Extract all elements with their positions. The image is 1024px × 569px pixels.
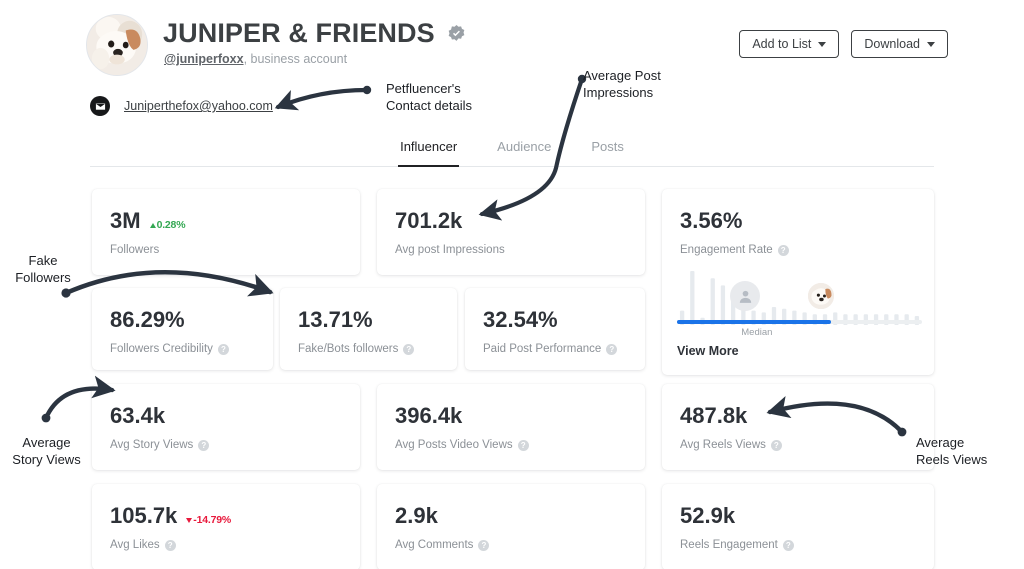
help-icon[interactable]: ?: [217, 344, 229, 355]
avatar: [86, 14, 148, 76]
tab-bar: Influencer Audience Posts: [90, 138, 934, 167]
caret-down-icon: [818, 41, 827, 47]
help-icon[interactable]: ?: [782, 540, 794, 551]
avg-story-views-value: 63.4k: [110, 403, 166, 428]
avg-likes-delta: -14.79%: [186, 507, 231, 533]
caret-down-icon: [927, 41, 935, 47]
engagement-rate-label: Engagement Rate ?: [680, 243, 789, 258]
card-followers[interactable]: 3M 0.28% Followers: [92, 189, 360, 275]
reels-engagement-label: Reels Engagement ?: [680, 538, 794, 553]
fake-bots-followers-value: 13.71%: [298, 307, 373, 332]
avg-reels-views-value: 487.8k: [680, 403, 748, 428]
annotation-average-story-views: Average Story Views: [12, 435, 81, 467]
paid-post-performance-label: Paid Post Performance ?: [483, 342, 618, 357]
verified-badge-icon: [448, 24, 465, 41]
engagement-rate-value: 3.56%: [680, 208, 743, 233]
card-avg-post-impressions[interactable]: 701.2k Avg post Impressions: [377, 189, 645, 275]
median-label: Median: [741, 327, 773, 338]
profile-handle-row: @juniperfoxx, business account: [164, 51, 347, 67]
followers-credibility-value: 86.29%: [110, 307, 185, 332]
card-paid-post-performance[interactable]: 32.54% Paid Post Performance ?: [465, 288, 645, 370]
header-actions: Add to List Download: [739, 30, 948, 58]
influencer-analytics-page: JUNIPER & FRIENDS @juniperfoxx, business…: [0, 0, 1024, 569]
add-to-list-label: Add to List: [752, 37, 812, 51]
avg-comments-label: Avg Comments ?: [395, 538, 490, 553]
add-to-list-button[interactable]: Add to List: [739, 30, 840, 58]
reels-engagement-value: 52.9k: [680, 503, 736, 528]
dog-avatar-icon: [87, 15, 147, 75]
card-avg-likes[interactable]: 105.7k -14.79% Avg Likes ?: [92, 484, 360, 569]
annotation-average-reels-views: Average Reels Views: [916, 435, 988, 467]
help-icon[interactable]: ?: [770, 440, 782, 451]
avg-likes-label: Avg Likes ?: [110, 538, 176, 553]
profile-account-type: , business account: [243, 52, 348, 66]
page-title: JUNIPER & FRIENDS: [163, 18, 435, 48]
help-icon[interactable]: ?: [517, 440, 529, 451]
avg-posts-video-views-value: 396.4k: [395, 403, 463, 428]
card-fake-bots-followers[interactable]: 13.71% Fake/Bots followers ?: [280, 288, 457, 370]
tab-audience[interactable]: Audience: [497, 138, 551, 166]
avg-story-views-label: Avg Story Views ?: [110, 438, 210, 453]
avg-posts-video-views-label: Avg Posts Video Views ?: [395, 438, 529, 453]
avg-likes-value-row: 105.7k -14.79%: [110, 503, 231, 533]
followers-delta: 0.28%: [149, 212, 186, 238]
avg-post-impressions-value: 701.2k: [395, 208, 463, 233]
engagement-rate-median-bar: [677, 320, 832, 324]
annotation-average-post-impressions: Average Post Impressions: [583, 68, 661, 100]
help-icon[interactable]: ?: [777, 245, 789, 256]
card-avg-posts-video-views[interactable]: 396.4k Avg Posts Video Views ?: [377, 384, 645, 470]
card-engagement-rate[interactable]: 3.56% Engagement Rate ? Median View More: [662, 189, 934, 375]
median-person-icon: [730, 281, 760, 311]
profile-title-row: JUNIPER & FRIENDS: [163, 18, 466, 48]
followers-value: 3M: [110, 208, 141, 233]
avg-post-impressions-label: Avg post Impressions: [395, 244, 505, 256]
fake-bots-followers-label: Fake/Bots followers ?: [298, 342, 415, 357]
profile-header: JUNIPER & FRIENDS @juniperfoxx, business…: [0, 0, 1024, 130]
followers-credibility-label: Followers Credibility ?: [110, 342, 229, 357]
paid-post-performance-value: 32.54%: [483, 307, 558, 332]
profile-email-row[interactable]: Juniperthefox@yahoo.com: [90, 96, 273, 116]
avg-likes-value: 105.7k: [110, 503, 178, 528]
view-more-button[interactable]: View More: [677, 343, 739, 359]
help-icon[interactable]: ?: [403, 344, 415, 355]
help-icon[interactable]: ?: [478, 540, 490, 551]
profile-marker-avatar: [806, 281, 836, 311]
tab-influencer[interactable]: Influencer: [398, 138, 460, 167]
card-avg-reels-views[interactable]: 487.8k Avg Reels Views ?: [662, 384, 934, 470]
card-avg-comments[interactable]: 2.9k Avg Comments ?: [377, 484, 645, 569]
profile-email[interactable]: Juniperthefox@yahoo.com: [124, 99, 273, 113]
engagement-rate-histogram: [679, 271, 920, 325]
followers-label: Followers: [110, 244, 160, 256]
followers-value-row: 3M 0.28%: [110, 208, 186, 238]
profile-handle[interactable]: @juniperfoxx: [164, 52, 244, 66]
envelope-icon: [90, 96, 110, 116]
avg-comments-value: 2.9k: [395, 503, 438, 528]
triangle-down-icon: [186, 518, 193, 523]
help-icon[interactable]: ?: [198, 440, 210, 451]
download-button[interactable]: Download: [851, 30, 948, 58]
download-label: Download: [864, 37, 920, 51]
help-icon[interactable]: ?: [164, 540, 176, 551]
help-icon[interactable]: ?: [606, 344, 618, 355]
triangle-up-icon: [149, 223, 156, 228]
annotation-contact-details: Petfluencer's Contact details: [386, 81, 472, 113]
card-followers-credibility[interactable]: 86.29% Followers Credibility ?: [92, 288, 273, 370]
annotation-fake-followers: Fake Followers: [15, 253, 71, 285]
tab-posts[interactable]: Posts: [591, 138, 624, 166]
avg-reels-views-label: Avg Reels Views ?: [680, 438, 782, 453]
card-reels-engagement[interactable]: 52.9k Reels Engagement ?: [662, 484, 934, 569]
card-avg-story-views[interactable]: 63.4k Avg Story Views ?: [92, 384, 360, 470]
